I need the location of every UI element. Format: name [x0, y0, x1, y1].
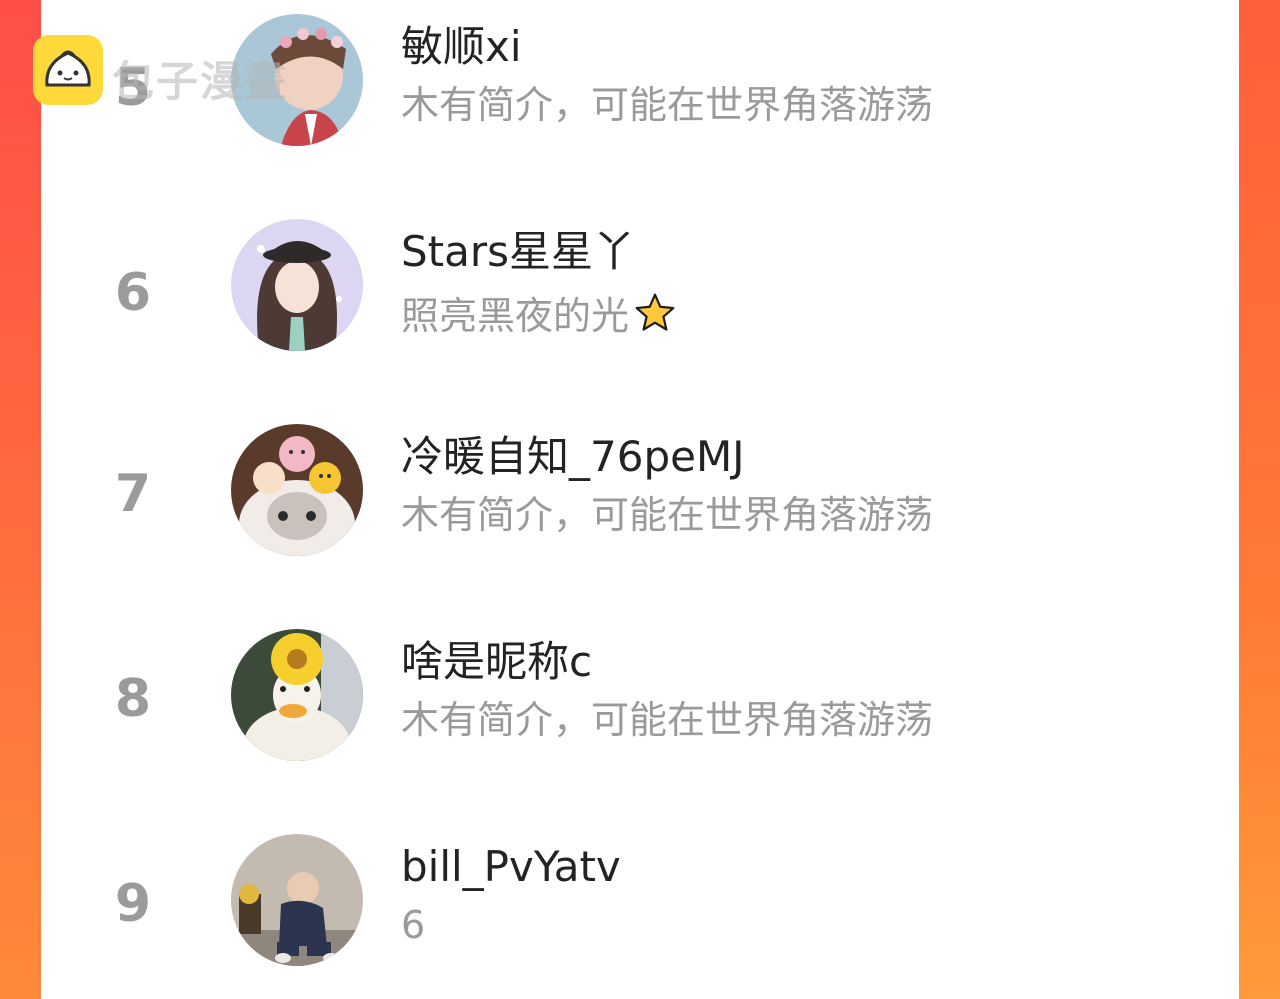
user-name[interactable]: 啥是昵称c	[401, 641, 592, 683]
list-item[interactable]: 8 啥是昵称c 木有简介，可能在世界角落游荡	[41, 615, 1239, 785]
user-bio: 6	[401, 903, 426, 947]
watermark-text: 包子漫畫	[112, 57, 289, 106]
avatar[interactable]	[231, 834, 363, 966]
user-name[interactable]: 冷暖自知_76peMJ	[401, 436, 745, 478]
rank-number: 7	[114, 464, 152, 524]
user-bio: 木有简介，可能在世界角落游荡	[401, 698, 934, 742]
user-ranking-list: 5 敏顺xi 木有简介，可能在世界角落游荡 6 Stars星星丫 照亮黑夜的光 …	[41, 0, 1239, 999]
user-bio: 木有简介，可能在世界角落游荡	[401, 83, 934, 127]
user-bio: 照亮黑夜的光	[401, 291, 677, 341]
avatar[interactable]	[231, 424, 363, 556]
user-name[interactable]: Stars星星丫	[401, 231, 635, 273]
rank-number: 8	[114, 669, 152, 729]
user-bio-text: 照亮黑夜的光	[401, 294, 630, 338]
avatar[interactable]	[231, 629, 363, 761]
background-right-edge	[1238, 0, 1280, 999]
rank-number: 6	[114, 263, 152, 323]
list-item[interactable]: 7 冷暖自知_76peMJ 木有简介，可能在世界角落游荡	[41, 410, 1239, 580]
user-bio: 木有简介，可能在世界角落游荡	[401, 493, 934, 537]
rank-number: 9	[114, 874, 152, 934]
list-item[interactable]: 9 bill_PvYatv 6	[41, 820, 1239, 990]
star-emoji-icon	[633, 291, 677, 341]
avatar[interactable]	[231, 219, 363, 351]
user-name[interactable]: bill_PvYatv	[401, 846, 621, 888]
baozi-logo-icon	[33, 35, 103, 105]
user-name[interactable]: 敏顺xi	[401, 26, 522, 68]
list-item[interactable]: 6 Stars星星丫 照亮黑夜的光	[41, 205, 1239, 375]
